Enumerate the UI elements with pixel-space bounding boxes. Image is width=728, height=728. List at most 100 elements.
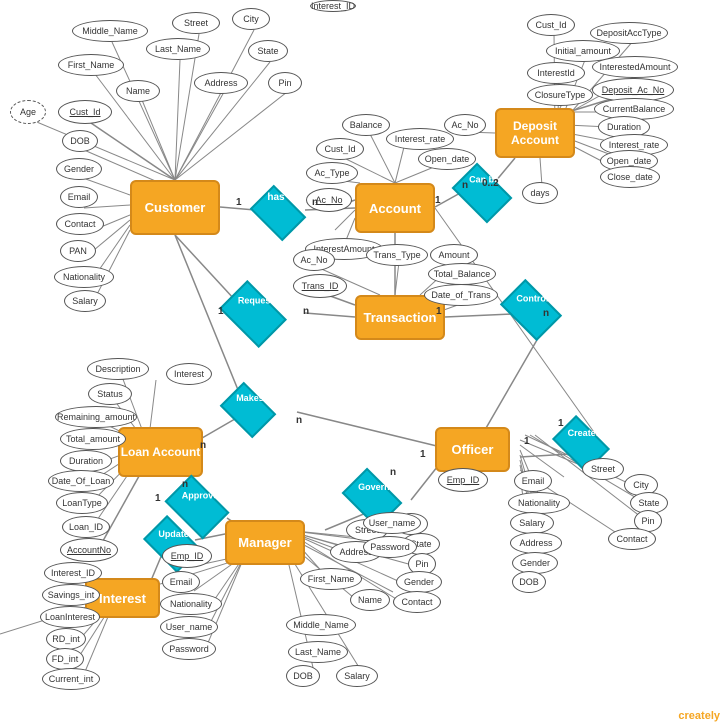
entity-manager[interactable]: Manager <box>225 520 305 565</box>
relation-governs-label: Governs <box>358 482 395 492</box>
entity-account[interactable]: Account <box>355 183 435 233</box>
mult-has-1: 1 <box>236 197 242 208</box>
attr-cust-id-acc: Cust_Id <box>316 138 364 160</box>
attr-remaining-amount: Remaining_amount <box>55 406 137 428</box>
attr-interest-id-int: Interest_ID <box>44 562 102 584</box>
attr-last-name: Last_Name <box>146 38 210 60</box>
attr-name-manager: Name <box>350 589 390 611</box>
attr-interest-id-dep: InterestId <box>527 62 585 84</box>
mult-ctrl-1: 1 <box>436 306 442 317</box>
attr-interested-amount: InterestedAmount <box>592 56 678 78</box>
attr-pan: PAN <box>60 240 96 262</box>
attr-current-int: Current_int <box>42 668 100 690</box>
mult-req-n: n <box>303 306 309 317</box>
attr-days: days <box>522 182 558 204</box>
mult-canbe-1: 1 <box>435 195 441 206</box>
attr-nationality-officer: Nationality <box>508 492 570 514</box>
attr-dob-officer: DOB <box>512 571 546 593</box>
attr-password-manager: Password <box>162 638 216 660</box>
attr-gender-officer: Gender <box>512 552 558 574</box>
attr-trans-id: Trans_ID <box>293 274 347 298</box>
attr-name: Name <box>116 80 160 102</box>
attr-address: Address <box>194 72 248 94</box>
attr-duration-loan: Duration <box>60 450 112 472</box>
attr-address-officer: Address <box>510 532 562 554</box>
attr-middle-name-manager: Middle_Name <box>286 614 356 636</box>
attr-contact-manager: Contact <box>393 591 441 613</box>
relation-makes-label: Makes <box>236 393 264 403</box>
attr-gender: Gender <box>56 158 102 180</box>
attr-rd-int: RD_int <box>46 628 86 650</box>
attr-pin: Pin <box>268 72 302 94</box>
mult-approves-1: 1 <box>155 493 161 504</box>
attr-age: Age <box>10 100 46 124</box>
attr-ac-no-trans: Ac_No <box>293 249 335 271</box>
attr-savings-int: Savings_int <box>42 584 100 606</box>
attr-gender-manager: Gender <box>396 571 442 593</box>
mult-creates-1: 1 <box>524 436 530 447</box>
relation-updates-label: Updates <box>158 529 194 539</box>
attr-state: State <box>248 40 288 62</box>
mult-ctrl-n: n <box>543 308 549 319</box>
attr-salary-cust: Salary <box>64 290 106 312</box>
attr-user-name-manager: User_name <box>160 616 218 638</box>
attr-loan-type: LoanType <box>56 492 108 514</box>
mult-makes-n-loan: n <box>200 440 206 451</box>
relation-creates-label: Creates <box>568 428 601 438</box>
attr-interest-id: Interest_ID <box>310 0 356 12</box>
attr-nationality-manager: Nationality <box>160 593 222 615</box>
attr-first-name-manager: First_Name <box>300 568 362 590</box>
mult-canbe-n: n <box>462 180 468 191</box>
attr-interest-rate-acc: Interest_rate <box>386 128 454 150</box>
attr-password-gov: Password <box>363 536 417 558</box>
attr-dob-manager: DOB <box>286 665 320 687</box>
attr-balance: Balance <box>342 114 390 136</box>
mult-governs-n: n <box>390 467 396 478</box>
relation-approves-label: Approves <box>182 491 224 501</box>
attr-total-amount: Total_amount <box>60 428 126 450</box>
mult-governs-1: 1 <box>420 449 426 460</box>
attr-loan-id: Loan_ID <box>62 516 110 538</box>
attr-close-date: Close_date <box>600 166 660 188</box>
relation-controls-label: Controls <box>516 293 553 303</box>
attr-loan-interest: LoanInterest <box>40 606 100 628</box>
attr-email: Email <box>60 186 98 208</box>
attr-user-name-gov: User_name <box>363 512 421 534</box>
mult-req-1: 1 <box>218 306 224 317</box>
attr-closure-type: ClosureType <box>527 84 593 106</box>
attr-first-name: First_Name <box>58 54 124 76</box>
attr-status: Status <box>88 383 132 405</box>
attr-account-no: AccountNo <box>60 538 118 562</box>
attr-street-officer: Street <box>582 458 624 480</box>
entity-officer[interactable]: Officer <box>435 427 510 472</box>
attr-email-officer: Email <box>514 470 552 492</box>
attr-email-manager: Email <box>162 571 200 593</box>
watermark: creately <box>678 710 720 722</box>
entity-customer[interactable]: Customer <box>130 180 220 235</box>
relation-has-label: has <box>267 192 284 203</box>
mult-approves-n: n <box>182 479 188 490</box>
attr-middle-name: Middle_Name <box>72 20 148 42</box>
entity-loan-account[interactable]: Loan Account <box>118 427 203 477</box>
attr-contact-officer: Contact <box>608 528 656 550</box>
relation-requests-label: Requests <box>238 296 279 306</box>
attr-last-name-manager: Last_Name <box>288 641 348 663</box>
attr-date-of-loan: Date_Of_Loan <box>48 470 114 492</box>
attr-trans-type: Trans_Type <box>366 244 428 266</box>
mult-canbe-02: 0..2 <box>482 178 499 189</box>
attr-salary-manager: Salary <box>336 665 378 687</box>
mult-makes-n-off: n <box>296 415 302 426</box>
attr-fd-int: FD_int <box>46 648 84 670</box>
attr-emp-id-manager: Emp_ID <box>162 544 212 568</box>
attr-nationality-cust: Nationality <box>54 266 114 288</box>
entity-deposit-account[interactable]: Deposit Account <box>495 108 575 158</box>
attr-total-balance: Total_Balance <box>428 263 496 285</box>
attr-open-date: Open_date <box>418 148 476 170</box>
attr-cust-id: Cust_Id <box>58 100 112 124</box>
attr-description: Description <box>87 358 149 380</box>
attr-contact: Contact <box>56 213 104 235</box>
attr-street: Street <box>172 12 220 34</box>
attr-interest-loan: Interest <box>166 363 212 385</box>
attr-cust-id-dep: Cust_Id <box>527 14 575 36</box>
mult-creates-1b: 1 <box>558 418 564 429</box>
